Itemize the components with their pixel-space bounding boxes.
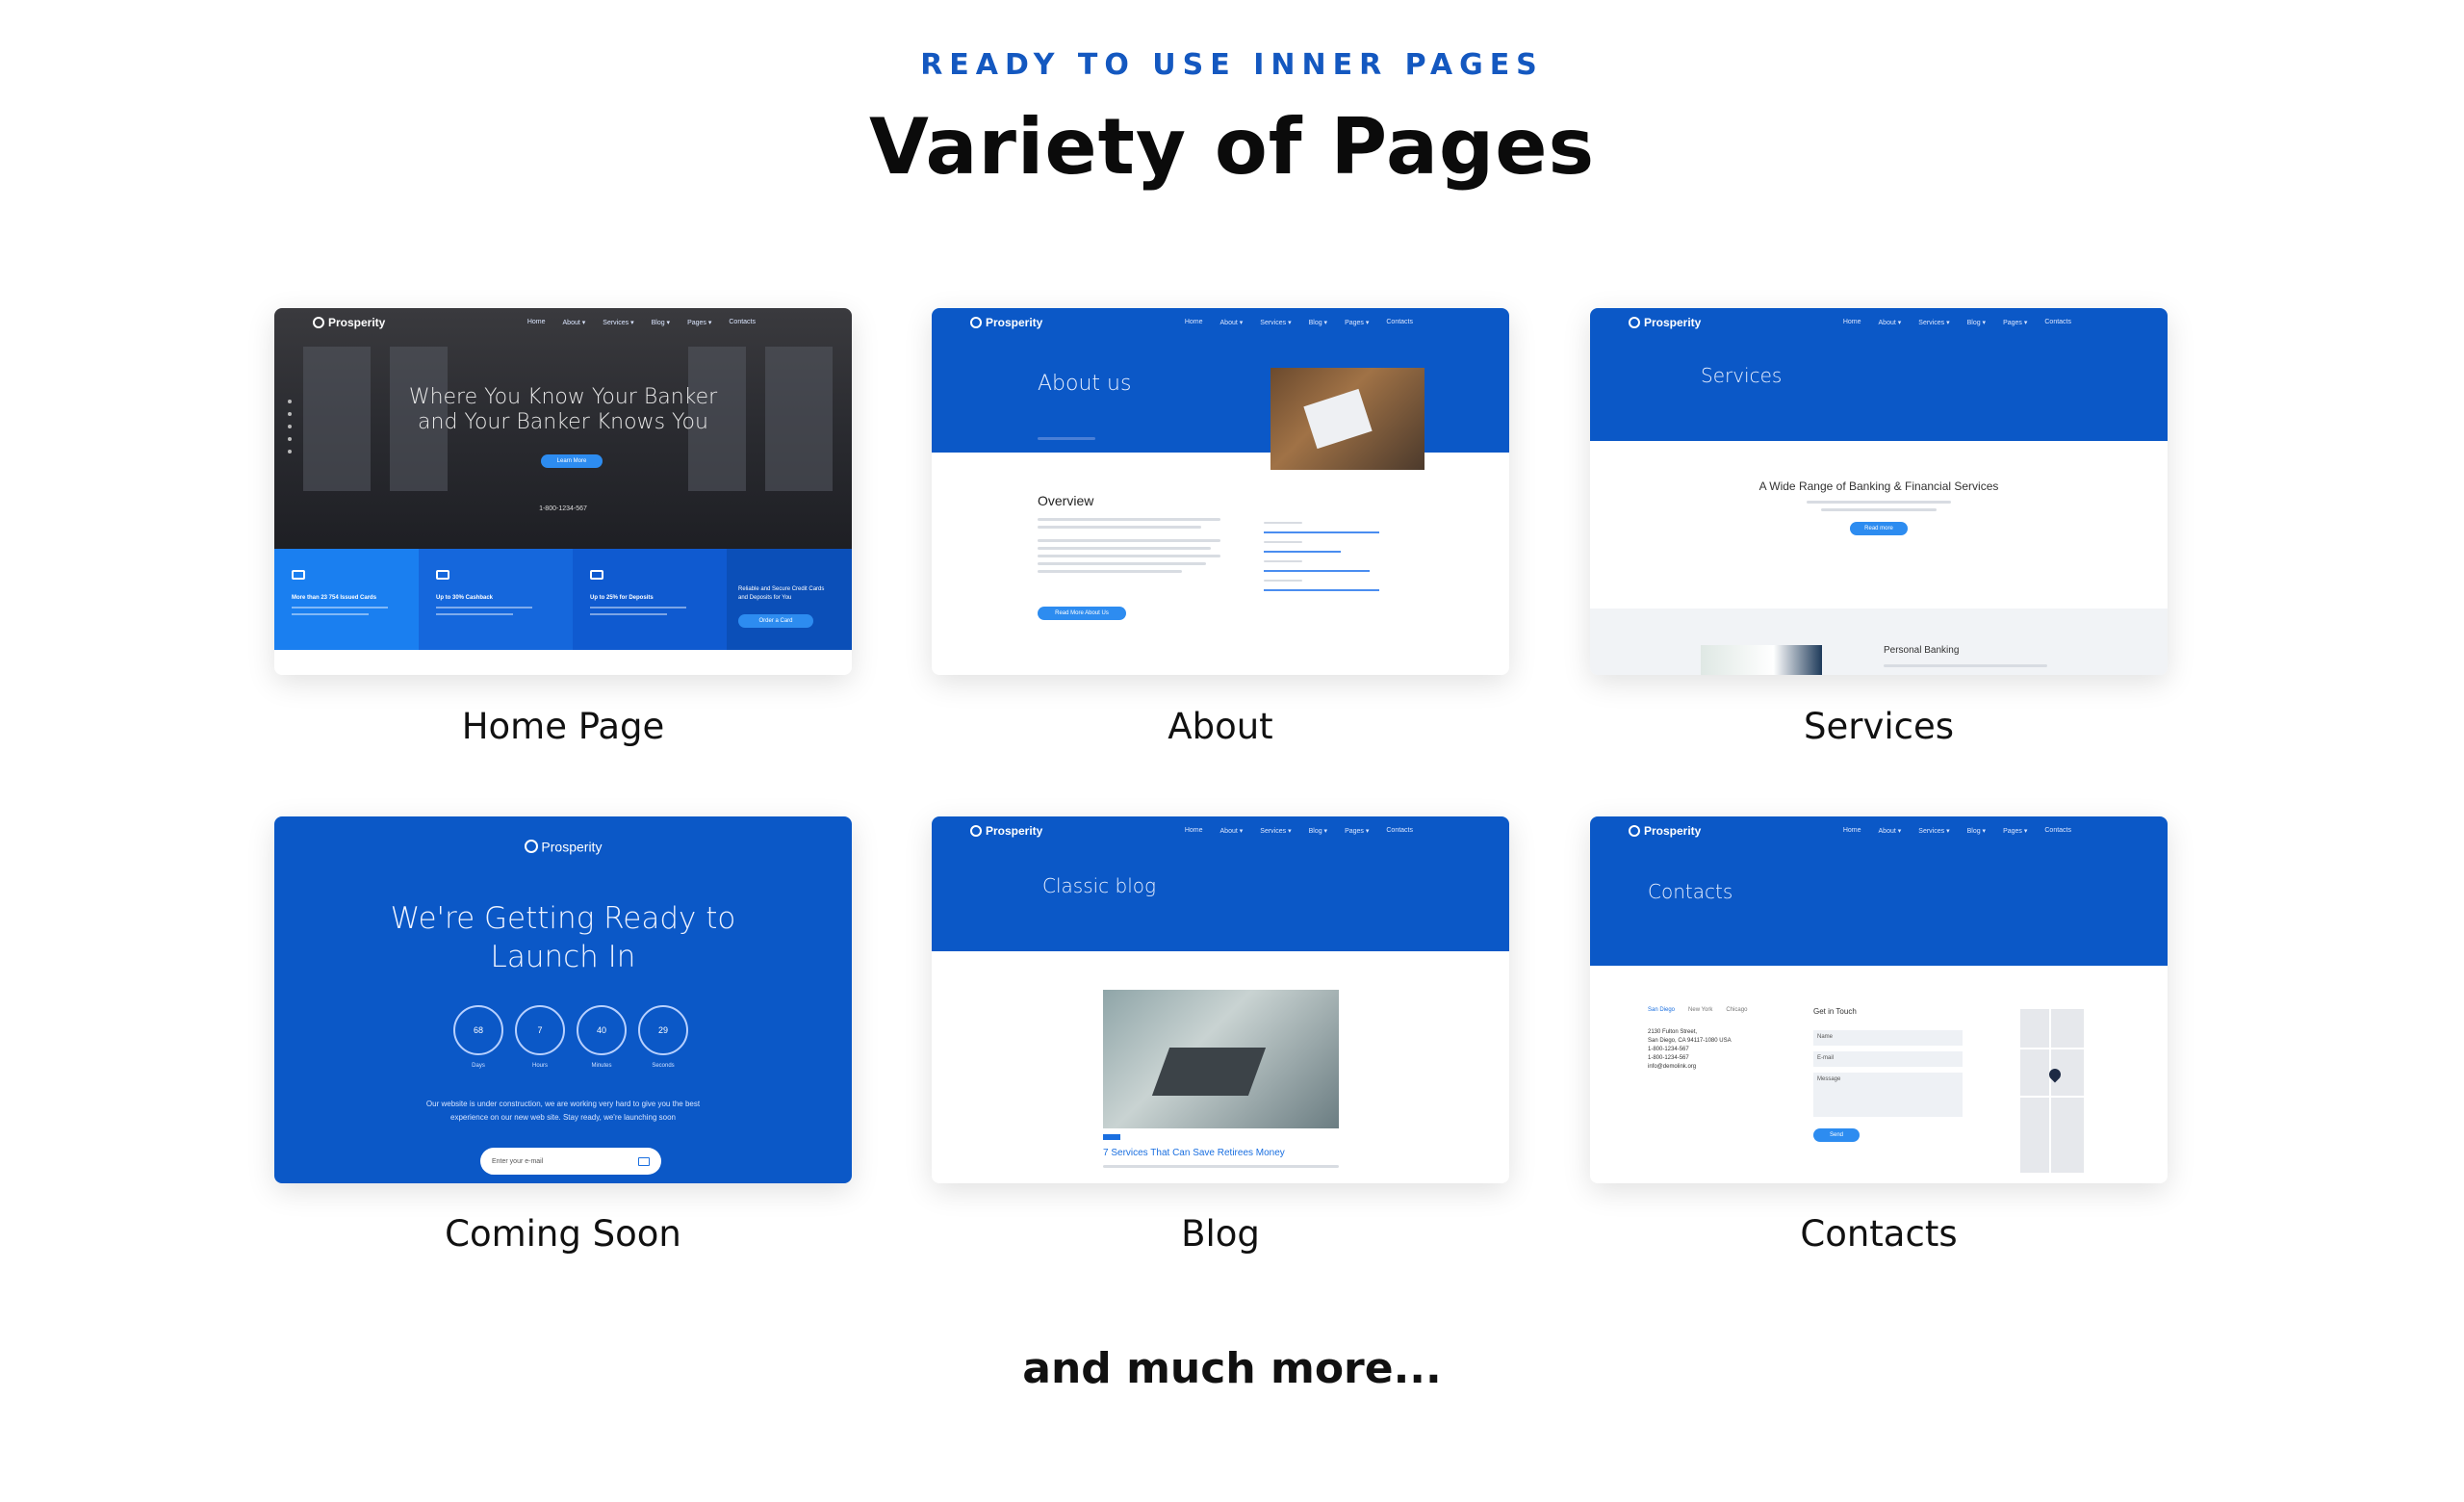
blog-post-title[interactable]: 7 Services That Can Save Retirees Money xyxy=(1103,1148,1285,1158)
services-heading: A Wide Range of Banking & Financial Serv… xyxy=(1758,479,1999,493)
blog-post-image xyxy=(1103,990,1339,1128)
read-more-services-button[interactable]: Read more xyxy=(1850,522,1908,535)
order-card-button[interactable]: Order a Card xyxy=(738,614,813,628)
map[interactable] xyxy=(2020,1009,2084,1173)
caption-about: About xyxy=(1168,706,1273,747)
logo-icon xyxy=(970,825,982,837)
wallet-icon xyxy=(436,570,449,580)
message-field[interactable]: Message xyxy=(1813,1073,1963,1117)
services-header: Prosperity Home About ▾ Services ▾ Blog ▾ P… xyxy=(1590,308,2168,441)
countdown-minutes: 40 xyxy=(577,1005,627,1055)
logo-icon xyxy=(313,317,324,328)
services-lower: Personal Banking xyxy=(1590,609,2168,675)
send-button[interactable]: Send xyxy=(1813,1128,1860,1142)
personal-banking-label: Personal Banking xyxy=(1884,645,1960,656)
services-title: Services xyxy=(1701,364,1783,387)
strip-item-deposits: Up to 25% for Deposits xyxy=(573,549,727,650)
strip-item-cards: More than 23 754 Issued Cards xyxy=(274,549,419,650)
form-title: Get in Touch xyxy=(1813,1007,1857,1016)
nav-blog[interactable]: Blog ▾ xyxy=(652,319,670,326)
countdown-hours: 7 xyxy=(515,1005,565,1055)
logo-icon xyxy=(970,317,982,328)
email-input[interactable]: Enter your e-mail xyxy=(480,1148,661,1175)
nav-about[interactable]: About ▾ xyxy=(563,319,586,326)
section-eyebrow: READY TO USE INNER PAGES xyxy=(920,48,1544,82)
home-nav: Prosperity Home About ▾ Services ▾ Blog … xyxy=(274,308,852,337)
deposit-icon xyxy=(590,570,603,580)
blog-header: Prosperity Home About ▾ Services ▾ Blog ▾ P… xyxy=(932,816,1509,951)
email-field[interactable]: E-mail xyxy=(1813,1051,1963,1067)
footer-text: and much more... xyxy=(1022,1344,1442,1393)
about-image xyxy=(1270,368,1424,470)
caption-home: Home Page xyxy=(461,706,665,747)
name-field[interactable]: Name xyxy=(1813,1030,1963,1046)
countdown-seconds-label: Seconds xyxy=(652,1063,675,1069)
tab-new-york[interactable]: New York xyxy=(1688,1007,1712,1013)
caption-coming-soon: Coming Soon xyxy=(445,1213,681,1255)
caption-blog: Blog xyxy=(1181,1213,1260,1255)
page-title: Variety of Pages xyxy=(868,102,1596,192)
caption-contacts: Contacts xyxy=(1800,1213,1958,1255)
learn-more-button[interactable]: Learn More xyxy=(541,454,603,468)
nav-pages[interactable]: Pages ▾ xyxy=(687,319,711,326)
coming-text: Our website is under construction, we ar… xyxy=(425,1100,701,1122)
about-title: About us xyxy=(1038,372,1132,396)
blog-page-preview[interactable]: Prosperity Home About ▾ Services ▾ Blog ▾ P… xyxy=(932,816,1509,1183)
countdown-days: 68 xyxy=(453,1005,503,1055)
strip-item-cashback: Up to 30% Cashback xyxy=(419,549,573,650)
contacts-title: Contacts xyxy=(1648,880,1733,903)
tab-chicago[interactable]: Chicago xyxy=(1726,1007,1747,1013)
blog-title: Classic blog xyxy=(1042,874,1157,897)
countdown-minutes-label: Minutes xyxy=(591,1063,612,1069)
countdown-hours-label: Hours xyxy=(531,1063,548,1069)
strip-item-order: Reliable and Secure Credit Cards and Dep… xyxy=(727,549,852,650)
caption-services: Services xyxy=(1803,706,1955,747)
overview-heading: Overview xyxy=(1038,493,1094,508)
home-hero: Prosperity Home About ▾ Services ▾ Blog … xyxy=(274,308,852,549)
countdown-seconds: 29 xyxy=(638,1005,688,1055)
contacts-header: Prosperity Home About ▾ Services ▾ Blog ▾ P… xyxy=(1590,816,2168,966)
mail-icon[interactable] xyxy=(638,1156,650,1166)
coming-soon-page-preview[interactable]: Prosperity We're Getting Ready to Launch … xyxy=(274,816,852,1183)
countdown-days-label: Days xyxy=(472,1063,485,1069)
about-page-preview[interactable]: Prosperity Home About ▾ Services ▾ Blog ▾ P… xyxy=(932,308,1509,675)
card-icon xyxy=(292,570,305,580)
contact-info: 2130 Fulton Street, San Diego, CA 94117-1… xyxy=(1648,1029,1732,1070)
tab-san-diego[interactable]: San Diego xyxy=(1648,1007,1675,1013)
coming-logo: Prosperity xyxy=(274,838,852,854)
nav-home[interactable]: Home xyxy=(527,319,546,326)
read-more-about-button[interactable]: Read More About Us xyxy=(1038,607,1126,620)
coming-title: We're Getting Ready to Launch In xyxy=(390,901,736,974)
home-phone: 1-800-1234-567 xyxy=(539,505,587,512)
logo: Prosperity xyxy=(313,316,385,329)
services-page-preview[interactable]: Prosperity Home About ▾ Services ▾ Blog ▾ P… xyxy=(1590,308,2168,675)
logo-icon xyxy=(524,840,538,854)
city-tabs: San Diego New York Chicago xyxy=(1648,1007,1747,1013)
logo-icon xyxy=(1629,317,1640,328)
contacts-page-preview[interactable]: Prosperity Home About ▾ Services ▾ Blog ▾ P… xyxy=(1590,816,2168,1183)
nav-services[interactable]: Services ▾ xyxy=(603,319,633,326)
logo-icon xyxy=(1629,825,1640,837)
home-hero-title: Where You Know Your Banker and Your Banke… xyxy=(408,385,718,434)
home-page-preview[interactable]: Prosperity Home About ▾ Services ▾ Blog … xyxy=(274,308,852,675)
nav-contacts[interactable]: Contacts xyxy=(729,319,756,326)
